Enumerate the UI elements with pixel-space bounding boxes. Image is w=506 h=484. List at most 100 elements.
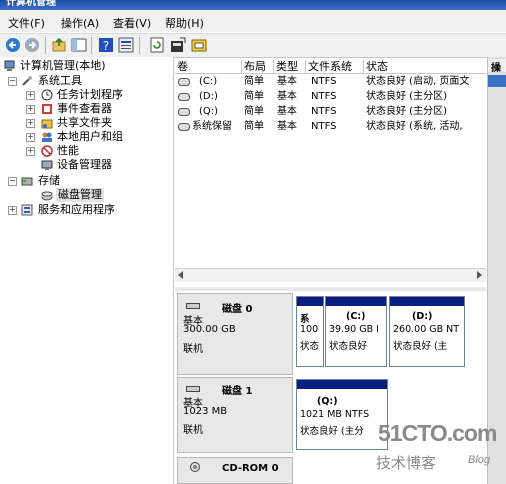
tree-disk-management[interactable]: 磁盘管理 — [56, 188, 104, 202]
menu-help[interactable]: 帮助(H) — [165, 15, 204, 31]
volume-status: 状态良好 (主分 — [300, 426, 364, 437]
tree-device-manager[interactable]: 设备管理器 — [57, 158, 112, 172]
volume-size: 100 — [300, 324, 319, 335]
menu-view[interactable]: 查看(V) — [113, 15, 151, 31]
col-volume[interactable]: 卷 — [175, 60, 242, 73]
cell-volume: 系统保留 — [192, 121, 232, 132]
device-manager-icon — [41, 160, 53, 170]
volume-icon — [178, 123, 190, 131]
expand-local-users[interactable]: + — [26, 133, 35, 142]
clock-icon — [41, 89, 53, 101]
cell-volume: (C:) — [199, 76, 218, 87]
users-icon — [42, 132, 52, 142]
col-type[interactable]: 类型 — [274, 60, 306, 73]
volume-icon — [178, 78, 190, 86]
cell-layout: 简单 — [244, 106, 264, 117]
volume-size: 260.00 GB NT — [393, 324, 460, 335]
expand-system-tools[interactable]: − — [8, 77, 17, 86]
table-row[interactable]: (Q:) 简单 基本 NTFS 状态良好 (主分区) — [175, 104, 486, 119]
expand-services[interactable]: + — [8, 206, 17, 215]
horizontal-scrollbar[interactable] — [175, 268, 486, 282]
tree-system-tools[interactable]: 系统工具 — [38, 74, 82, 88]
cell-type: 基本 — [277, 76, 297, 87]
tools-icon — [22, 76, 32, 86]
cell-status: 状态良好 (主分区) — [366, 91, 447, 102]
watermark: 51CTO.com 技术博客 Blog — [376, 420, 501, 480]
properties-icon[interactable] — [118, 37, 134, 53]
console-tree: 计算机管理(本地) − 系统工具 + 任务计划程序 + 事件查看器 + 共享文件… — [0, 57, 174, 484]
tree-performance[interactable]: 性能 — [57, 144, 79, 158]
refresh-icon[interactable] — [149, 37, 165, 53]
volume-size: 39.90 GB I — [329, 324, 379, 335]
tree-storage[interactable]: 存储 — [38, 174, 60, 188]
cell-filesystem: NTFS — [311, 91, 337, 102]
disk-icon — [186, 386, 200, 392]
export-icon[interactable] — [170, 37, 186, 53]
svg-text:?: ? — [103, 39, 109, 53]
table-row[interactable]: 系统保留 简单 基本 NTFS 状态良好 (系统, 活动, — [175, 119, 486, 134]
cdrom-0-info[interactable]: CD-ROM 0 — [177, 457, 293, 484]
tree-local-users[interactable]: 本地用户和组 — [57, 130, 123, 144]
expand-event-viewer[interactable]: + — [26, 105, 35, 114]
disk-0-info[interactable]: 磁盘 0 基本 300.00 GB 联机 — [177, 293, 293, 375]
disk-status: 联机 — [183, 344, 203, 355]
tree-task-scheduler[interactable]: 任务计划程序 — [57, 88, 123, 102]
cell-filesystem: NTFS — [311, 106, 337, 117]
col-filesystem[interactable]: 文件系统 — [306, 60, 364, 73]
table-row[interactable]: (C:) 简单 基本 NTFS 状态良好 (启动, 页面文 — [175, 74, 486, 89]
col-layout[interactable]: 布局 — [242, 60, 274, 73]
performance-icon — [41, 145, 53, 157]
help-icon[interactable]: ? — [98, 37, 114, 53]
tree-shared-folders[interactable]: 共享文件夹 — [57, 116, 112, 130]
cell-volume: (Q:) — [199, 106, 219, 117]
tree-root[interactable]: 计算机管理(本地) — [20, 59, 106, 73]
volume-d[interactable]: (D:) 260.00 GB NT 状态良好 (主 — [389, 296, 465, 367]
expand-performance[interactable]: + — [26, 147, 35, 156]
volume-status: 状态良好 (主 — [393, 341, 448, 352]
expand-storage[interactable]: − — [8, 177, 17, 186]
cell-type: 基本 — [277, 121, 297, 132]
volume-icon — [178, 108, 190, 116]
window-title-bar: 计算机管理 — [0, 0, 506, 10]
show-hide-tree-icon[interactable] — [71, 37, 87, 53]
pane-splitter[interactable] — [175, 287, 486, 291]
disk-name: 磁盘 1 — [222, 386, 253, 397]
event-viewer-icon — [42, 104, 52, 114]
services-icon — [21, 204, 33, 216]
volume-label: (D:) — [412, 311, 433, 322]
scroll-right-icon[interactable] — [477, 271, 482, 279]
cdrom-name: CD-ROM 0 — [222, 463, 279, 474]
watermark-sub: 技术博客 — [376, 454, 437, 472]
menu-file[interactable]: 文件(F) — [8, 15, 45, 31]
disk-management-icon — [41, 191, 53, 201]
cell-status: 状态良好 (主分区) — [366, 106, 447, 117]
disk-icon — [186, 303, 200, 309]
cell-layout: 简单 — [244, 91, 264, 102]
volume-q[interactable]: (Q:) 1021 MB NTFS 状态良好 (主分 — [296, 379, 388, 450]
back-icon[interactable] — [5, 37, 21, 53]
settings-icon[interactable] — [191, 37, 207, 53]
table-row[interactable]: (D:) 简单 基本 NTFS 状态良好 (主分区) — [175, 89, 486, 104]
expand-task-scheduler[interactable]: + — [26, 91, 35, 100]
up-icon[interactable] — [51, 37, 67, 53]
shared-folder-icon — [41, 119, 53, 129]
expand-shared-folders[interactable]: + — [26, 119, 35, 128]
disk-1-info[interactable]: 磁盘 1 基本 1023 MB 联机 — [177, 377, 293, 453]
watermark-logo: 51CTO.com — [378, 420, 497, 446]
volume-c[interactable]: (C:) 39.90 GB I 状态良好 — [325, 296, 387, 367]
volume-system-reserved[interactable]: 系 100 状态 — [296, 296, 324, 367]
disk-status: 联机 — [183, 425, 203, 436]
tree-event-viewer[interactable]: 事件查看器 — [57, 102, 112, 116]
cell-type: 基本 — [277, 91, 297, 102]
actions-item[interactable] — [488, 75, 506, 87]
forward-icon[interactable] — [24, 37, 40, 53]
computer-management-icon — [4, 60, 15, 71]
volume-icon — [178, 93, 190, 101]
col-status[interactable]: 状态 — [364, 60, 486, 73]
scroll-left-icon[interactable] — [178, 271, 183, 279]
disk-size: 300.00 GB — [183, 324, 236, 335]
menu-action[interactable]: 操作(A) — [61, 15, 99, 31]
volume-status: 状态良好 — [329, 341, 368, 352]
volume-status: 状态 — [300, 341, 320, 352]
tree-services[interactable]: 服务和应用程序 — [38, 203, 115, 217]
